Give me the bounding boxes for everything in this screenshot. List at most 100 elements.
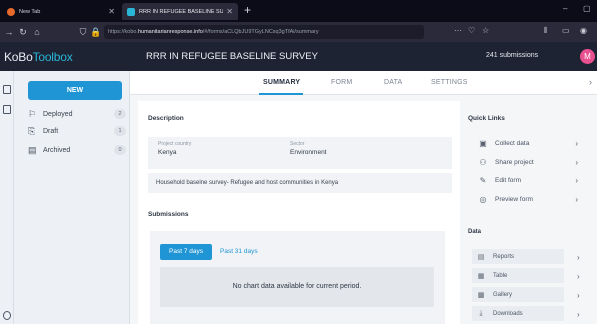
count-badge: 1: [114, 126, 126, 136]
new-project-button[interactable]: NEW: [28, 81, 122, 100]
library-books-icon[interactable]: [3, 105, 11, 114]
sidebar-item-label: Draft: [43, 127, 59, 135]
url-path: /#/forms/aCLQbJU9TGyLNCsq3gTfAi/summary: [202, 29, 319, 35]
draft-icon: ⎘: [28, 125, 36, 136]
close-tab-icon[interactable]: ✕: [226, 7, 233, 16]
page-actions-icon[interactable]: ···: [454, 26, 462, 35]
firefox-icon: [7, 7, 15, 16]
home-icon[interactable]: ⌂: [30, 27, 44, 37]
chevron-right-icon: ›: [575, 194, 578, 204]
submissions-chart-box: Past 7 days Past 31 days No chart data a…: [150, 231, 445, 324]
shield-icon[interactable]: ⛉: [76, 27, 90, 38]
sidebar-item-archived[interactable]: ▤ Archived 0: [28, 143, 126, 157]
count-badge: 2: [114, 109, 126, 119]
sidebar-item-draft[interactable]: ⎘ Draft 1: [28, 124, 126, 138]
quick-link-preview-form[interactable]: ◎ Preview form ›: [478, 192, 579, 206]
chevron-right-icon: ›: [575, 138, 578, 148]
data-link-label: Reports: [493, 253, 515, 260]
avatar[interactable]: M: [580, 49, 595, 64]
reload-icon[interactable]: ↻: [16, 27, 30, 38]
help-icon[interactable]: [3, 311, 11, 320]
quick-link-edit-form[interactable]: ✎ Edit form ›: [478, 173, 578, 187]
projects-icon[interactable]: [3, 85, 11, 94]
range-past-31-days-button[interactable]: Past 31 days: [220, 248, 258, 255]
empty-chart-message: No chart data available for current peri…: [160, 267, 434, 307]
maximize-icon[interactable]: ▢: [583, 4, 591, 13]
range-past-7-days-button[interactable]: Past 7 days: [160, 244, 212, 260]
browser-tab-newtab[interactable]: New Tab ✕: [2, 3, 120, 20]
chevron-right-icon: ›: [575, 157, 578, 167]
chevron-right-icon[interactable]: ›: [577, 310, 580, 319]
data-link-gallery[interactable]: ▩ Gallery: [472, 287, 564, 302]
browser-tab-kobo[interactable]: RRR IN REFUGEE BASELINE SU... ✕: [122, 3, 238, 20]
chevron-right-icon[interactable]: ›: [589, 77, 592, 87]
logo-main: KoBo: [4, 50, 33, 64]
kobo-favicon-icon: [127, 7, 135, 16]
chevron-right-icon[interactable]: ›: [577, 272, 580, 281]
quick-link-label: Preview form: [495, 195, 533, 203]
sidebar-toggle-icon[interactable]: ▭: [562, 26, 570, 35]
data-link-label: Gallery: [493, 291, 513, 298]
close-tab-icon[interactable]: ✕: [108, 7, 115, 16]
clipboard-icon: ▣: [479, 138, 487, 148]
icon-rail: [0, 71, 14, 324]
kobotoolbox-logo[interactable]: KoBoToolbox: [4, 50, 73, 64]
description-text: Household baselne survey- Refugee and ho…: [156, 180, 339, 186]
bookmark-star-icon[interactable]: ☆: [482, 26, 489, 35]
pocket-icon[interactable]: ♡: [468, 26, 475, 35]
data-link-downloads[interactable]: ⤓ Downloads: [472, 306, 564, 321]
new-tab-plus-icon[interactable]: +: [244, 3, 251, 17]
submissions-heading: Submissions: [148, 211, 189, 218]
lock-icon: 🔒: [90, 26, 102, 37]
tab-summary[interactable]: SUMMARY: [263, 79, 300, 86]
sidebar: NEW ⚐ Deployed 2 ⎘ Draft 1 ▤ Archived 0: [14, 71, 130, 324]
quick-link-collect-data[interactable]: ▣ Collect data ›: [478, 136, 578, 150]
logo-accent: Toolbox: [32, 50, 73, 64]
sector-label: Sector: [290, 141, 305, 147]
main-content: SUMMARY FORM DATA SETTINGS › Description…: [130, 71, 597, 324]
chevron-right-icon[interactable]: ›: [577, 253, 580, 262]
url-bar[interactable]: https://kobo. humanitarianresponse.info/#…: [104, 25, 424, 39]
tab-title: New Tab: [19, 8, 41, 15]
quick-link-label: Edit form: [495, 176, 522, 184]
url-host: humanitarianresponse.info: [137, 29, 203, 35]
count-badge: 0: [114, 145, 126, 155]
pencil-icon: ✎: [479, 175, 487, 185]
project-title: RRR IN REFUGEE BASELINE SURVEY: [146, 51, 318, 62]
tab-settings[interactable]: SETTINGS: [431, 79, 468, 86]
tab-form[interactable]: FORM: [331, 79, 352, 86]
download-icon: ⤓: [479, 309, 483, 317]
sector-value: Environment: [290, 149, 327, 156]
description-box: Household baselne survey- Refugee and ho…: [148, 173, 452, 193]
archive-icon: ▤: [28, 144, 37, 155]
tab-title: RRR IN REFUGEE BASELINE SU...: [139, 8, 224, 15]
quick-links-heading: Quick Links: [468, 115, 505, 122]
description-heading: Description: [148, 115, 184, 122]
chevron-right-icon[interactable]: ›: [577, 291, 580, 300]
url-prefix: https://kobo.: [108, 29, 138, 35]
links-column: Quick Links ▣ Collect data › ⚇ Share pro…: [466, 101, 597, 324]
active-tab-indicator: [259, 93, 303, 95]
deploy-icon: ⚐: [28, 108, 37, 119]
data-link-label: Downloads: [493, 310, 523, 317]
data-link-reports[interactable]: ▤ Reports: [472, 249, 564, 264]
sidebar-item-label: Archived: [43, 146, 71, 154]
data-heading: Data: [468, 229, 482, 235]
tab-data[interactable]: DATA: [384, 79, 402, 86]
sidebar-item-deployed[interactable]: ⚐ Deployed 2: [28, 107, 126, 121]
browser-toolbar: → ↻ ⌂ ⛉ 🔒 https://kobo. humanitarianrespo…: [0, 22, 597, 42]
quick-link-share-project[interactable]: ⚇ Share project ›: [478, 155, 578, 169]
table-icon: ▦: [477, 272, 485, 280]
account-icon[interactable]: ◉: [580, 26, 587, 35]
minimize-icon[interactable]: –: [563, 4, 567, 13]
quick-link-label: Share project: [495, 158, 534, 166]
summary-panel: Description Project country Kenya Sector…: [138, 101, 460, 324]
back-arrow-icon[interactable]: →: [2, 27, 16, 37]
data-link-label: Table: [493, 272, 508, 279]
app-header: KoBoToolbox RRR IN REFUGEE BASELINE SURV…: [0, 42, 597, 71]
library-icon[interactable]: ⫴: [544, 26, 547, 36]
data-link-table[interactable]: ▦ Table: [472, 268, 564, 283]
form-tabs: SUMMARY FORM DATA SETTINGS ›: [130, 71, 597, 95]
reports-icon: ▤: [477, 253, 485, 261]
browser-tab-bar: New Tab ✕ RRR IN REFUGEE BASELINE SU... …: [0, 0, 597, 22]
